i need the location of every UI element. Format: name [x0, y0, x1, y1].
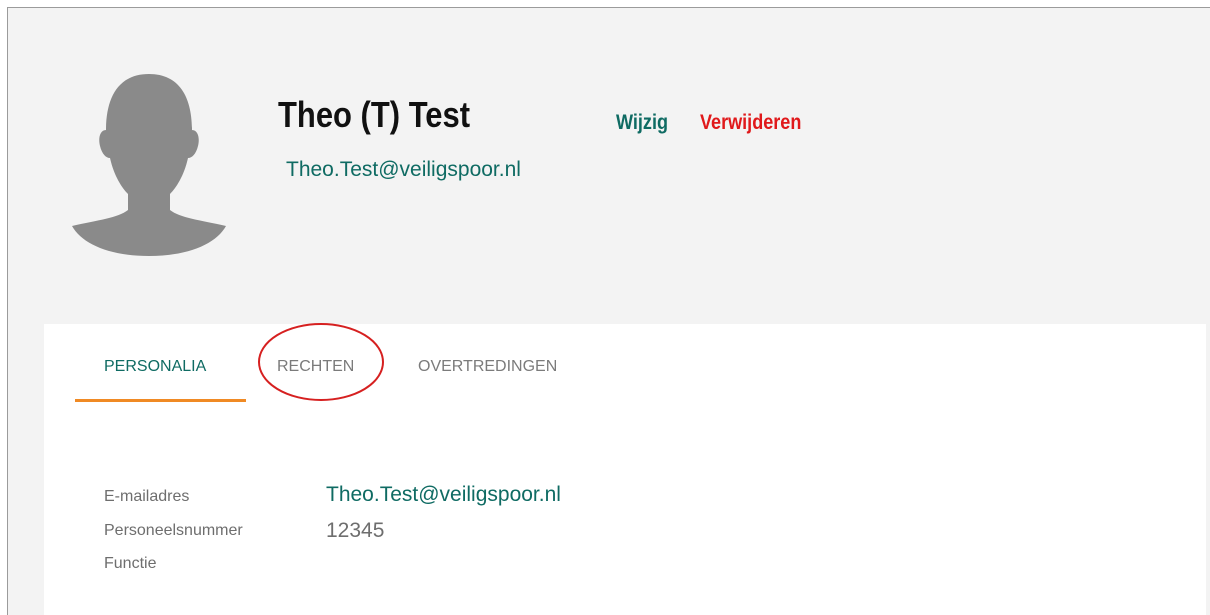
profile-name: Theo (T) Test: [278, 94, 471, 135]
annotation-circle: [258, 323, 384, 401]
edit-button[interactable]: Wijzig: [616, 110, 668, 136]
tab-overtredingen[interactable]: OVERTREDINGEN: [418, 357, 557, 377]
email-value[interactable]: Theo.Test@veiligspoor.nl: [326, 482, 561, 508]
personnel-number-value: 12345: [326, 519, 385, 542]
user-silhouette-icon: [72, 74, 226, 256]
email-label: E-mailadres: [104, 488, 190, 505]
active-tab-indicator: [75, 399, 246, 402]
delete-button[interactable]: Verwijderen: [700, 110, 801, 136]
function-label: Functie: [104, 555, 157, 572]
content-panel: [44, 324, 1206, 615]
personnel-number-label: Personeelsnummer: [104, 522, 243, 539]
tab-personalia[interactable]: PERSONALIA: [104, 357, 206, 377]
profile-email[interactable]: Theo.Test@veiligspoor.nl: [286, 157, 521, 183]
